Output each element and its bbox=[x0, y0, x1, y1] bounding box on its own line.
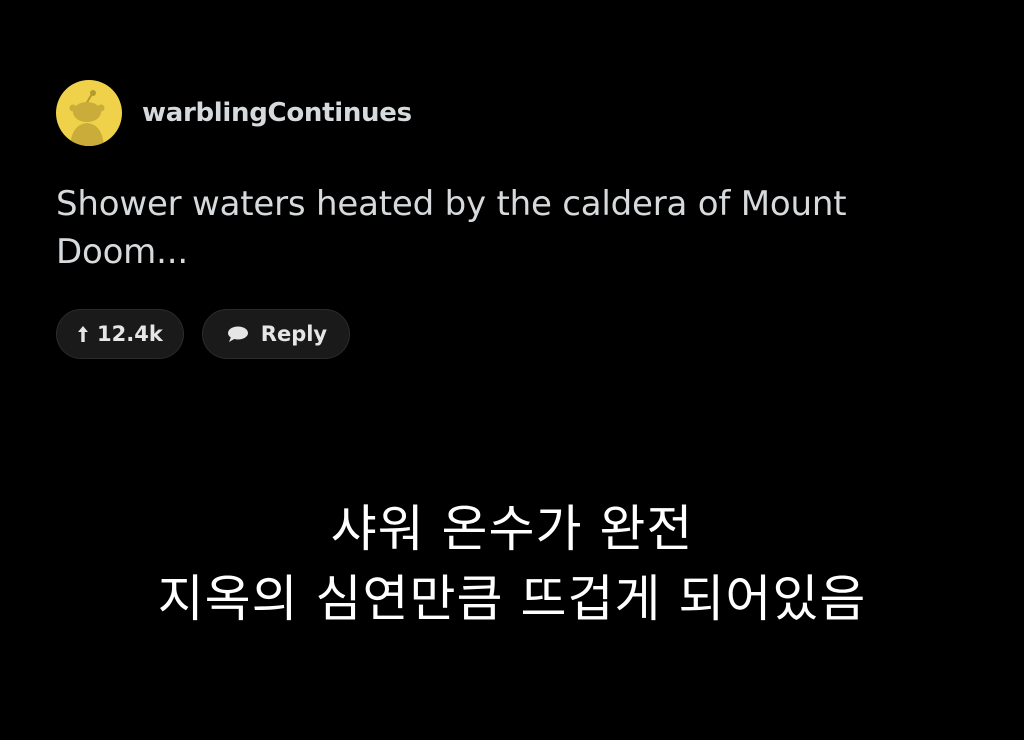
caption-line-1: 샤워 온수가 완전 bbox=[330, 500, 694, 558]
upvote-count: 12.4k bbox=[97, 322, 163, 346]
username[interactable]: warblingContinues bbox=[142, 98, 412, 128]
comment-body: Shower waters heated by the caldera of M… bbox=[56, 184, 847, 272]
subtitle-caption: 샤워 온수가 완전 지옥의 심연만큼 뜨겁게 되어있음 bbox=[0, 494, 1024, 634]
comment-actions: 12.4k Reply bbox=[56, 309, 351, 359]
arrow-up-icon bbox=[77, 325, 89, 343]
reply-button[interactable]: Reply bbox=[201, 309, 351, 359]
upvote-button[interactable]: 12.4k bbox=[56, 309, 184, 359]
speech-bubble-icon bbox=[227, 325, 249, 343]
reply-label: Reply bbox=[260, 322, 328, 346]
comment: warblingContinues Shower waters heated b… bbox=[56, 80, 956, 276]
snoo-avatar-icon[interactable] bbox=[56, 80, 122, 146]
author-row: warblingContinues bbox=[56, 80, 956, 146]
caption-line-2: 지옥의 심연만큼 뜨겁게 되어있음 bbox=[157, 570, 867, 628]
